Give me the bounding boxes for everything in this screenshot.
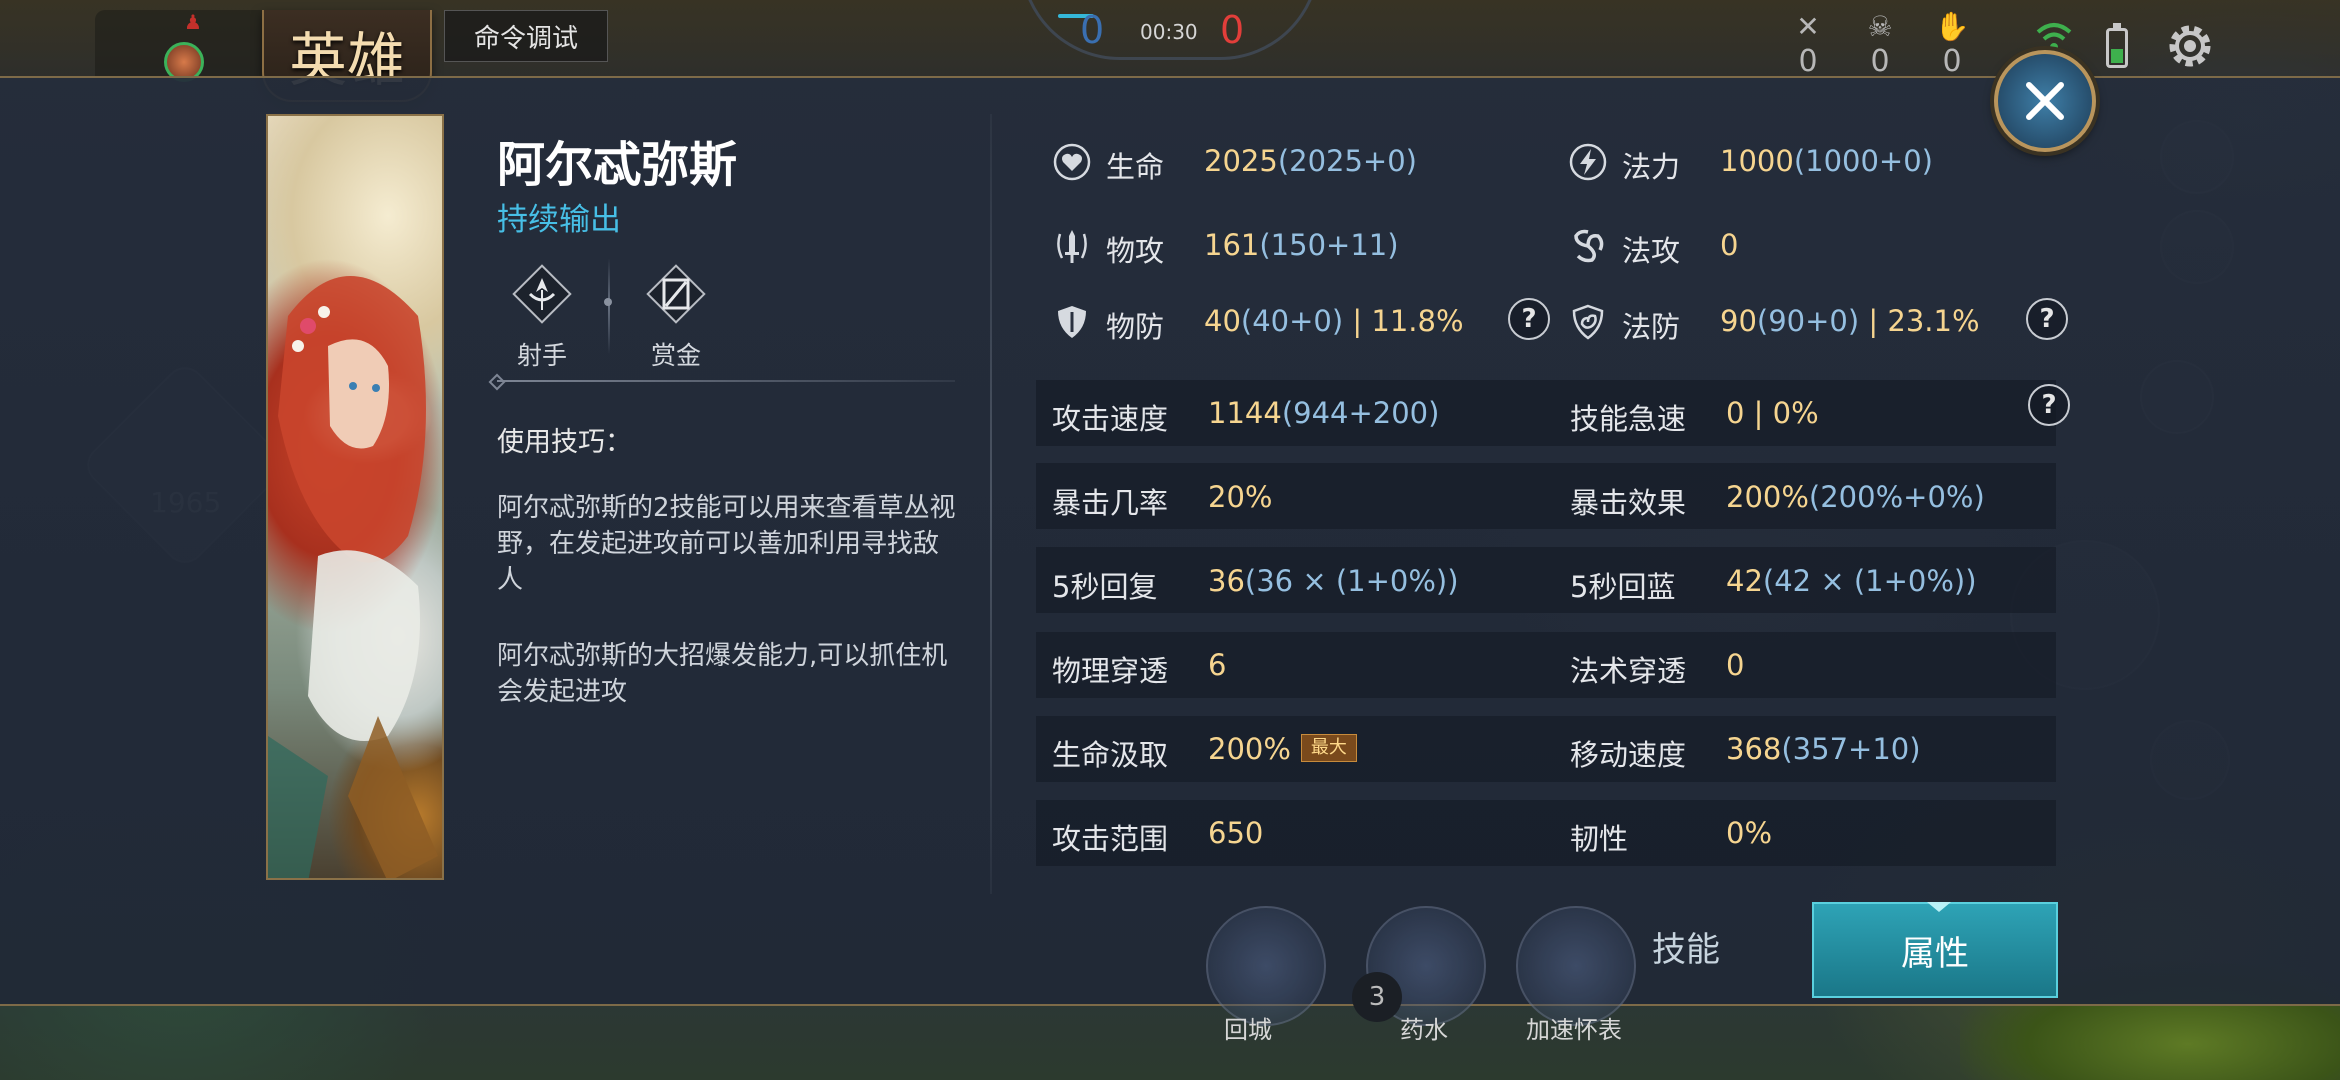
stat-label-ppen: 物理穿透	[1052, 654, 1169, 688]
deaths-value: 0	[1870, 44, 1890, 79]
stat-row-band	[1036, 632, 2056, 698]
tip-paragraph: 阿尔忒弥斯的大招爆发能力,可以抓住机会发起进攻	[497, 641, 948, 707]
enemy-marker-icon: ♟	[184, 10, 202, 34]
stat-label-patk: 物攻	[1106, 234, 1165, 268]
mana-bolt-icon	[1569, 143, 1607, 181]
red-score: 0	[1220, 8, 1245, 52]
recall-label: 回城	[1224, 1016, 1272, 1044]
hero-role: 持续输出	[497, 202, 621, 238]
battery-icon	[2106, 23, 2128, 68]
stat-value-range: 650	[1208, 816, 1264, 850]
stat-label-critdmg: 暴击效果	[1570, 486, 1687, 520]
stat-value-mp5: 42(42 × (1+0%))	[1726, 564, 1977, 598]
marksman-icon	[512, 264, 572, 324]
stat-label-haste: 技能急速	[1570, 402, 1687, 436]
assists-counter: ✋ 0	[1932, 10, 1972, 79]
panel-vertical-divider	[990, 114, 992, 894]
class-marksman: 射手	[492, 260, 592, 372]
skull-icon: ☠	[1867, 10, 1893, 43]
stat-label-movespd: 移动速度	[1570, 738, 1687, 772]
haste-help-icon[interactable]: ?	[2028, 384, 2070, 426]
stat-value-tenacity: 0%	[1726, 816, 1773, 850]
shield-icon	[1058, 306, 1086, 338]
stat-value-ppen: 6	[1208, 648, 1227, 682]
stat-value-mana: 1000(1000+0)	[1720, 144, 1933, 178]
class-marksman-label: 射手	[516, 341, 567, 370]
tab-skills[interactable]: 技能	[1626, 906, 1746, 986]
assists-value: 0	[1942, 44, 1962, 79]
settings-gear-icon[interactable]	[2162, 18, 2218, 74]
speed-clock-label: 加速怀表	[1526, 1016, 1622, 1044]
stat-value-movespd: 368(357+10)	[1726, 732, 1921, 766]
magic-shield-icon	[1572, 304, 1604, 340]
stat-value-mdef: 90(90+0) | 23.1%	[1720, 304, 1980, 338]
stat-value-lifesteal: 200% 最大	[1208, 732, 1357, 766]
tab-attributes[interactable]: 属性	[1812, 902, 2058, 998]
tip-paragraph: 阿尔忒弥斯的2技能可以用来查看草丛视野，在发起进攻前可以善加利用寻找敌人	[497, 493, 956, 595]
max-badge: 最大	[1300, 734, 1357, 762]
stat-value-matk: 0	[1720, 228, 1739, 262]
stat-label-lifesteal: 生命汲取	[1052, 738, 1169, 772]
class-separator-dot	[604, 298, 612, 306]
class-bounty-label: 赏金	[650, 341, 701, 370]
hero-name: 阿尔忒弥斯	[497, 137, 738, 193]
stat-value-patk: 161(150+11)	[1204, 228, 1399, 262]
stat-label-hp5: 5秒回复	[1052, 570, 1158, 604]
stat-label-mana: 法力	[1622, 150, 1681, 184]
stat-value-crit: 20%	[1208, 480, 1273, 514]
stat-label-mp5: 5秒回蓝	[1570, 570, 1676, 604]
stat-label-mdef: 法防	[1622, 310, 1681, 344]
match-timer: 00:30	[1140, 20, 1198, 44]
stat-value-mpen: 0	[1726, 648, 1745, 682]
portrait-art	[268, 276, 438, 878]
hero-portrait	[266, 114, 444, 880]
stat-row-band	[1036, 800, 2056, 866]
stat-value-haste: 0 | 0%	[1726, 396, 1819, 430]
close-icon	[2026, 82, 2064, 120]
scoreboard: 0 00:30 0	[1020, 0, 1320, 62]
stat-value-pdef: 40(40+0) | 11.8%	[1204, 304, 1464, 338]
clock-skill-icon[interactable]	[1516, 906, 1636, 1026]
magic-swirl-icon	[1574, 229, 1604, 263]
class-separator	[608, 258, 610, 354]
sword-icon	[1057, 230, 1087, 263]
stat-value-critdmg: 200%(200%+0%)	[1726, 480, 1985, 514]
stat-label-matk: 法攻	[1622, 234, 1681, 268]
stat-value-aspd: 1144(944+200)	[1208, 396, 1440, 430]
stat-label-aspd: 攻击速度	[1052, 402, 1169, 436]
stat-label-pdef: 物防	[1106, 310, 1165, 344]
mdef-help-icon[interactable]: ?	[2026, 298, 2068, 340]
potion-count: 3	[1352, 972, 1402, 1022]
wifi-icon	[2036, 23, 2072, 51]
section-divider	[497, 380, 955, 382]
recall-skill-icon[interactable]	[1206, 906, 1326, 1026]
close-button[interactable]	[1994, 50, 2096, 152]
stat-label-range: 攻击范围	[1052, 822, 1169, 856]
stat-value-hp: 2025(2025+0)	[1204, 144, 1417, 178]
heart-icon	[1053, 143, 1091, 181]
kills-counter: ✕ 0	[1788, 10, 1828, 79]
tips-title: 使用技巧：	[497, 427, 632, 458]
stat-row-band	[1036, 380, 2056, 446]
deaths-counter: ☠ 0	[1860, 10, 1900, 79]
stat-value-hp5: 36(36 × (1+0%))	[1208, 564, 1459, 598]
stat-label-tenacity: 韧性	[1570, 822, 1629, 856]
potion-label: 药水	[1400, 1016, 1448, 1044]
stat-label-hp: 生命	[1106, 150, 1165, 184]
hand-icon: ✋	[1934, 10, 1970, 43]
bounty-icon	[646, 264, 706, 324]
stat-label-crit: 暴击几率	[1052, 486, 1169, 520]
blue-score: 0	[1080, 8, 1105, 52]
command-debug-button[interactable]: 命令调试	[444, 10, 608, 62]
pdef-help-icon[interactable]: ?	[1508, 298, 1550, 340]
class-bounty: 赏金	[626, 260, 726, 372]
crossed-swords-icon: ✕	[1796, 10, 1820, 43]
stat-label-mpen: 法术穿透	[1570, 654, 1687, 688]
kills-value: 0	[1798, 44, 1818, 79]
